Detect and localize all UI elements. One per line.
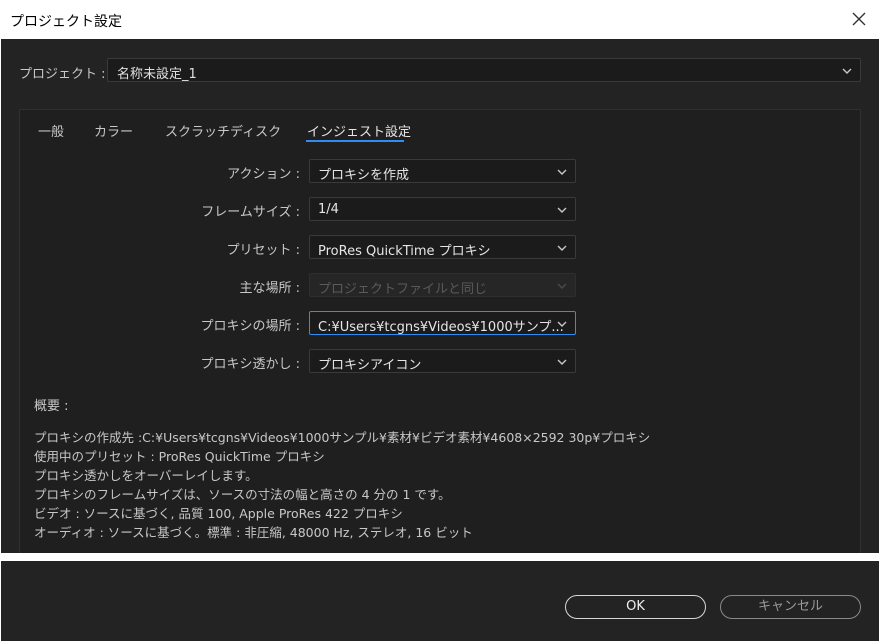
- preset-value: ProRes QuickTime プロキシ: [318, 244, 491, 259]
- project-select-value: 名称未設定_1: [117, 67, 197, 82]
- summary-line: ビデオ : ソースに基づく, 品質 100, Apple ProRes 422 …: [34, 506, 403, 521]
- tab-color[interactable]: カラー: [94, 121, 133, 140]
- primary-location-label: 主な場所 :: [239, 281, 300, 296]
- dialog-footer: OK キャンセル: [1, 561, 879, 641]
- proxy-location-label: プロキシの場所 :: [200, 319, 300, 334]
- summary-line: オーディオ : ソースに基づく。標準 : 非圧縮, 48000 Hz, ステレオ…: [34, 525, 473, 540]
- title-bar: プロジェクト設定: [0, 0, 880, 39]
- summary-line: プロキシのフレームサイズは、ソースの寸法の幅と高さの 4 分の 1 です。: [34, 487, 451, 502]
- chevron-down-icon: [557, 283, 567, 289]
- project-label: プロジェクト :: [19, 67, 106, 82]
- chevron-down-icon: [557, 321, 567, 327]
- summary-line: プロキシの作成先 :C:¥Users¥tcgns¥Videos¥1000サンプル…: [34, 430, 651, 445]
- active-tab-indicator: [306, 140, 404, 142]
- action-label: アクション :: [227, 167, 300, 182]
- frame-size-dropdown[interactable]: 1/4: [309, 197, 576, 221]
- ok-button[interactable]: OK: [565, 595, 706, 619]
- watermark-dropdown[interactable]: プロキシアイコン: [309, 349, 576, 373]
- preset-label: プリセット :: [226, 243, 300, 258]
- summary-line: プロキシ透かしをオーバーレイします。: [34, 468, 258, 483]
- chevron-down-icon: [557, 207, 567, 213]
- window-title: プロジェクト設定: [10, 14, 122, 30]
- watermark-label: プロキシ透かし :: [200, 357, 300, 372]
- settings-panel: 一般 カラー スクラッチディスク インジェスト設定 アクション : プロキシを作…: [19, 109, 861, 565]
- primary-location-dropdown: プロジェクトファイルと同じ: [309, 273, 576, 297]
- frame-size-label: フレームサイズ :: [201, 205, 300, 220]
- frame-size-value: 1/4: [318, 202, 339, 217]
- summary-text: プロキシの作成先 :C:¥Users¥tcgns¥Videos¥1000サンプル…: [34, 428, 650, 542]
- close-button[interactable]: [846, 6, 872, 32]
- chevron-down-icon: [557, 359, 567, 365]
- close-icon: [852, 12, 866, 26]
- cancel-button[interactable]: キャンセル: [720, 595, 861, 619]
- summary-line: 使用中のプリセット : ProRes QuickTime プロキシ: [34, 449, 325, 464]
- chevron-down-icon: [557, 169, 567, 175]
- chevron-down-icon: [842, 68, 852, 74]
- proxy-location-value: C:¥Users¥tcgns¥Videos¥1000サンプ...: [318, 320, 564, 335]
- watermark-value: プロキシアイコン: [318, 358, 422, 373]
- tab-general[interactable]: 一般: [38, 121, 64, 140]
- divider: [0, 553, 880, 561]
- action-dropdown[interactable]: プロキシを作成: [309, 159, 576, 183]
- proxy-location-dropdown[interactable]: C:¥Users¥tcgns¥Videos¥1000サンプ...: [309, 311, 576, 335]
- project-select[interactable]: 名称未設定_1: [107, 58, 861, 82]
- action-value: プロキシを作成: [318, 168, 410, 183]
- tab-scratch-disks[interactable]: スクラッチディスク: [165, 121, 281, 140]
- dialog-body: プロジェクト : 名称未設定_1 一般 カラー スクラッチディスク インジェスト…: [1, 39, 879, 565]
- primary-location-value: プロジェクトファイルと同じ: [318, 282, 488, 297]
- tab-ingest-settings[interactable]: インジェスト設定: [307, 121, 411, 140]
- chevron-down-icon: [557, 245, 567, 251]
- preset-dropdown[interactable]: ProRes QuickTime プロキシ: [309, 235, 576, 259]
- summary-title: 概要 :: [34, 399, 69, 414]
